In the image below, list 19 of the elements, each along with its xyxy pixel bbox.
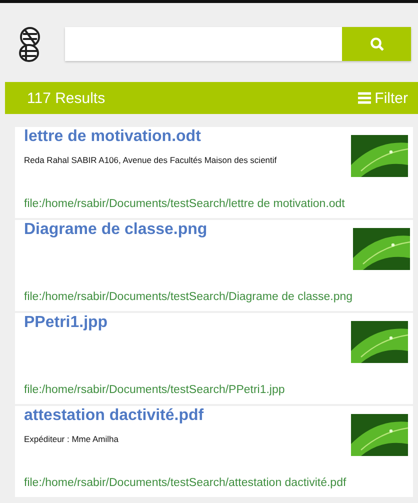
result-path: file:/home/rsabir/Documents/testSearch/PPetri1.jpp: [24, 384, 286, 396]
result-path: file:/home/rsabir/Documents/testSearch/lettre de motivation.odt: [24, 198, 346, 210]
result-title-link[interactable]: Diagrame de classe.png: [24, 220, 208, 240]
leaf-thumbnail: [352, 228, 410, 270]
result-path: file:/home/rsabir/Documents/testSearch/Diagrame de classe.png: [24, 291, 353, 303]
result-snippet: Reda Rahal SABIR A106, Avenue des Facultés Maison des scientif: [24, 155, 278, 165]
result-snippet: Expéditeur : Mme Amilha: [24, 434, 120, 444]
search-button[interactable]: [342, 27, 411, 61]
result-title-link[interactable]: lettre de motivation.odt: [24, 127, 201, 147]
search-field[interactable]: [65, 27, 411, 61]
results-count: 117 Results: [27, 90, 106, 106]
leaf-thumbnail: [351, 135, 408, 177]
search-icon: [370, 37, 384, 51]
menu-icon: [358, 92, 371, 104]
result-path: file:/home/rsabir/Documents/testSearch/attestation dactivité.pdf: [24, 477, 348, 489]
leaf-thumbnail: [351, 414, 408, 456]
result-title-link[interactable]: PPetri1.jpp: [24, 313, 108, 333]
leaf-thumbnail: [351, 321, 408, 363]
result-title-link[interactable]: attestation dactivité.pdf: [24, 406, 204, 426]
